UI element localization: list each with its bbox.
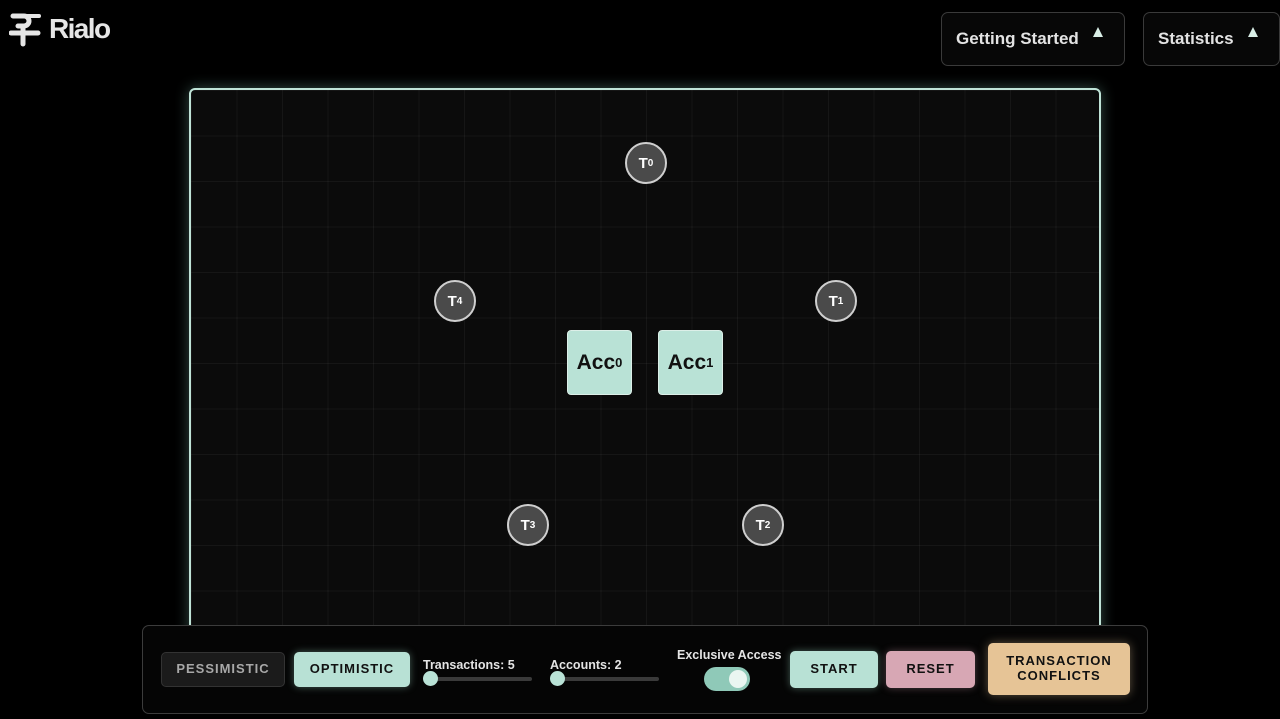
accounts-slider-track[interactable] — [551, 677, 659, 681]
optimistic-button[interactable]: OPTIMISTIC — [294, 652, 410, 687]
getting-started-dropdown[interactable]: Getting Started — [941, 12, 1125, 66]
account-node-index: 1 — [706, 355, 714, 370]
accounts-slider-thumb[interactable] — [550, 671, 565, 686]
account-node-index: 0 — [615, 355, 623, 370]
transaction-node-label: T — [828, 292, 838, 310]
statistics-label: Statistics — [1158, 29, 1234, 48]
transaction-node-index: 1 — [837, 295, 844, 307]
transaction-node-index: 3 — [529, 519, 536, 531]
accounts-slider-label: Accounts: 2 — [550, 658, 622, 672]
chevron-up-icon — [1248, 27, 1258, 37]
transaction-node-4[interactable]: T4 — [434, 280, 476, 322]
brand-logo[interactable]: Rialo — [9, 11, 111, 47]
simulation-canvas: T0 T1 T2 T3 T4 Acc 0 Acc 1 — [189, 88, 1101, 648]
exclusive-access-label: Exclusive Access — [677, 648, 782, 662]
pessimistic-button[interactable]: PESSIMISTIC — [161, 652, 285, 687]
transaction-node-1[interactable]: T1 — [815, 280, 857, 322]
transactions-slider-track[interactable] — [424, 677, 532, 681]
transaction-conflicts-label: TRANSACTION CONFLICTS — [1006, 653, 1112, 684]
toggle-knob — [729, 670, 747, 688]
transaction-node-2[interactable]: T2 — [742, 504, 784, 546]
rialo-logo-icon — [9, 13, 41, 47]
transaction-node-label: T — [638, 154, 648, 172]
transactions-slider-thumb[interactable] — [423, 671, 438, 686]
transaction-node-0[interactable]: T0 — [625, 142, 667, 184]
exclusive-access-toggle[interactable] — [704, 667, 750, 691]
transaction-node-index: 2 — [764, 519, 771, 531]
transactions-slider-label: Transactions: 5 — [423, 658, 515, 672]
brand-name: Rialo — [49, 13, 111, 44]
transaction-conflicts-button[interactable]: TRANSACTION CONFLICTS — [988, 643, 1130, 695]
transaction-node-index: 0 — [647, 157, 654, 169]
transaction-node-label: T — [447, 292, 457, 310]
start-button[interactable]: START — [790, 651, 878, 688]
chevron-up-icon — [1093, 27, 1103, 37]
reset-button[interactable]: RESET — [886, 651, 975, 688]
transaction-node-3[interactable]: T3 — [507, 504, 549, 546]
account-node-1[interactable]: Acc 1 — [658, 330, 723, 395]
getting-started-label: Getting Started — [956, 29, 1079, 48]
account-node-label: Acc — [667, 350, 707, 374]
account-node-0[interactable]: Acc 0 — [567, 330, 632, 395]
transaction-node-label: T — [520, 516, 530, 534]
control-panel: PESSIMISTIC OPTIMISTIC Transactions: 5 A… — [142, 625, 1148, 714]
transaction-node-index: 4 — [456, 295, 463, 307]
transaction-conflicts-line2: CONFLICTS — [1017, 668, 1101, 683]
account-node-label: Acc — [576, 350, 616, 374]
statistics-dropdown[interactable]: Statistics — [1143, 12, 1280, 66]
transaction-conflicts-line1: TRANSACTION — [1006, 653, 1112, 669]
transaction-node-label: T — [755, 516, 765, 534]
